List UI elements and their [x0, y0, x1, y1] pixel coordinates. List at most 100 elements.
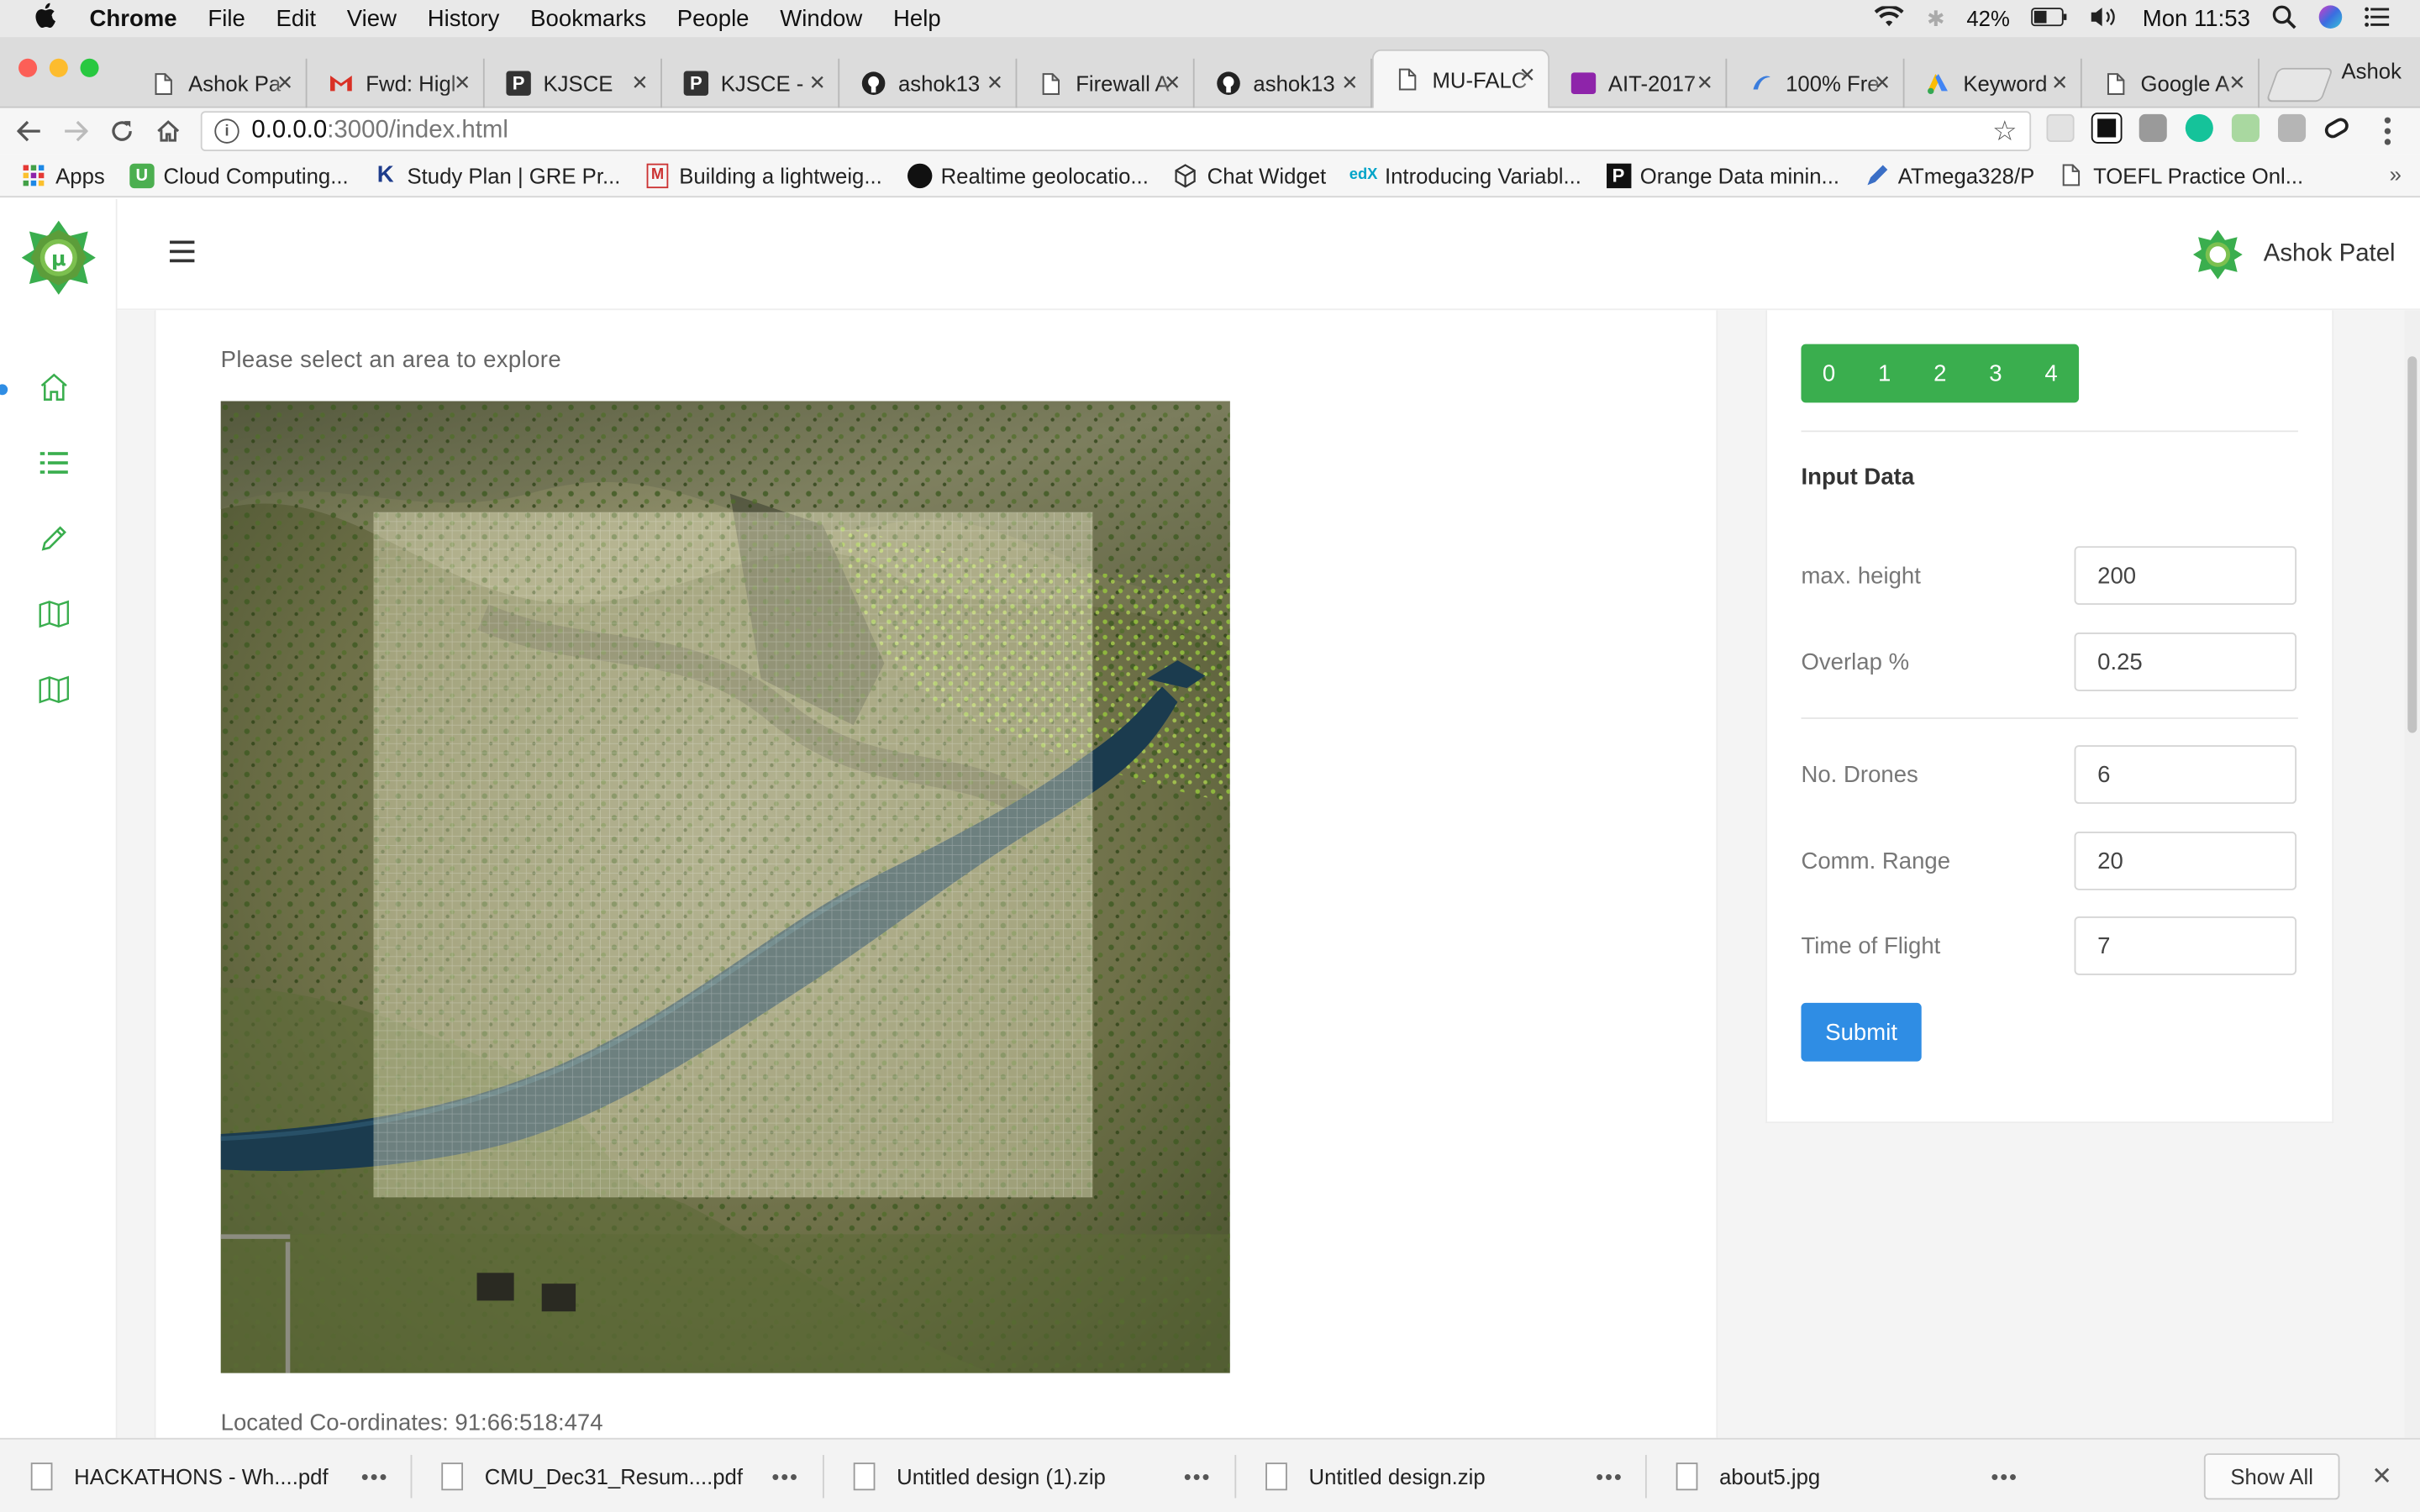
audio-extension-icon[interactable] — [2231, 113, 2260, 142]
menu-view[interactable]: View — [347, 5, 397, 31]
download-item[interactable]: Untitled design (1).zip ••• — [853, 1440, 1210, 1512]
close-tab-icon[interactable]: ✕ — [2228, 71, 2245, 95]
camera-icon[interactable] — [2139, 113, 2167, 142]
grammarly-icon[interactable] — [2185, 113, 2213, 142]
close-tab-icon[interactable]: ✕ — [631, 71, 648, 95]
page-scrollbar[interactable] — [2404, 310, 2420, 1438]
tab[interactable]: ashok13 ✕ — [839, 58, 1018, 108]
new-tab-button[interactable] — [2265, 67, 2334, 102]
spotlight-search-icon[interactable] — [2272, 4, 2296, 34]
home-nav-icon[interactable] — [37, 370, 71, 404]
scrollbar-thumb[interactable] — [2407, 356, 2417, 733]
close-tab-icon[interactable]: ✕ — [986, 71, 1003, 95]
list-nav-icon[interactable] — [37, 446, 71, 480]
apple-icon[interactable] — [34, 2, 65, 35]
bookmark-item[interactable]: K Study Plan | GRE Pr... — [373, 162, 621, 187]
tab[interactable]: 100% Fre ✕ — [1727, 58, 1905, 108]
bookmark-item[interactable]: P Orange Data minin... — [1606, 162, 1839, 188]
minimize-window-icon[interactable] — [49, 58, 68, 77]
volume-icon[interactable] — [2090, 5, 2121, 31]
time-of-flight-input[interactable]: 7 — [2074, 916, 2297, 975]
tab[interactable]: Keyword ✕ — [1905, 58, 2082, 108]
bluetooth-icon[interactable]: ✱ — [1927, 5, 1945, 31]
battery-icon[interactable] — [2031, 6, 2069, 30]
bookmark-item[interactable]: TOEFL Practice Onl... — [2060, 163, 2303, 187]
close-tab-icon[interactable]: ✕ — [809, 71, 826, 95]
tab[interactable]: Firewall A ✕ — [1017, 58, 1195, 108]
siri-icon[interactable] — [2318, 4, 2343, 34]
browser-menu-icon[interactable] — [2370, 114, 2404, 148]
tab[interactable]: ashok13 ✕ — [1195, 58, 1372, 108]
close-tab-icon[interactable]: ✕ — [1519, 63, 1536, 87]
download-options-icon[interactable]: ••• — [771, 1464, 799, 1488]
menu-help[interactable]: Help — [893, 5, 941, 31]
home-icon[interactable] — [145, 108, 192, 155]
max-height-input[interactable]: 200 — [2074, 546, 2297, 605]
bookmark-item[interactable]: U Cloud Computing... — [129, 162, 349, 188]
pager-item[interactable]: 2 — [1912, 344, 1968, 403]
bookmark-item[interactable]: edX Introducing Variabl... — [1349, 163, 1581, 187]
zoom-window-icon[interactable] — [80, 58, 99, 77]
submit-button[interactable]: Submit — [1801, 1002, 1922, 1062]
map-alt-nav-icon[interactable] — [37, 673, 71, 706]
close-tab-icon[interactable]: ✕ — [1697, 71, 1713, 95]
clock[interactable]: Mon 11:53 — [2143, 5, 2250, 31]
notification-center-icon[interactable] — [2365, 5, 2390, 31]
extension-gray-icon[interactable] — [2278, 113, 2307, 142]
download-item[interactable]: HACKATHONS - Wh....pdf ••• — [30, 1440, 387, 1512]
menu-app-name[interactable]: Chrome — [90, 5, 177, 31]
menu-bookmarks[interactable]: Bookmarks — [530, 5, 646, 31]
back-arrow-icon[interactable] — [6, 108, 52, 155]
hamburger-menu-icon[interactable] — [170, 240, 195, 263]
bookmark-item[interactable]: Chat Widget — [1173, 163, 1326, 187]
forward-arrow-icon[interactable] — [52, 108, 98, 155]
download-options-icon[interactable]: ••• — [1596, 1464, 1623, 1488]
bookmark-item[interactable]: Apps — [22, 163, 105, 187]
reload-icon[interactable] — [99, 108, 145, 155]
map-nav-icon[interactable] — [37, 597, 71, 631]
extension-icon[interactable] — [2046, 113, 2075, 142]
tab[interactable]: P KJSCE - ✕ — [662, 58, 840, 108]
close-tab-icon[interactable]: ✕ — [1341, 71, 1358, 95]
bookmark-item[interactable]: ATmega328/P — [1864, 163, 2034, 187]
download-options-icon[interactable]: ••• — [1991, 1464, 2018, 1488]
bookmark-item[interactable]: Realtime geolocatio... — [907, 162, 1149, 188]
tab[interactable]: Ashok Pa ✕ — [129, 58, 308, 108]
menu-window[interactable]: Window — [780, 5, 862, 31]
close-tab-icon[interactable]: ✕ — [1874, 71, 1891, 95]
tab[interactable]: AIT-2017 ✕ — [1549, 58, 1728, 108]
close-tab-icon[interactable]: ✕ — [454, 71, 471, 95]
close-tab-icon[interactable]: ✕ — [2051, 71, 2068, 95]
comm-range-input[interactable]: 20 — [2074, 831, 2297, 890]
app-logo[interactable]: μ — [21, 220, 96, 295]
menu-file[interactable]: File — [208, 5, 245, 31]
address-bar[interactable]: i 0.0.0.0:3000/index.html ☆ — [200, 111, 2032, 151]
no-drones-input[interactable]: 6 — [2074, 745, 2297, 804]
user-menu[interactable]: Ashok Patel — [2192, 229, 2396, 280]
close-downloads-icon[interactable]: ✕ — [2371, 1461, 2392, 1492]
download-item[interactable]: CMU_Dec31_Resum....pdf ••• — [441, 1440, 799, 1512]
extension-pocket-icon[interactable] — [2091, 113, 2123, 144]
close-tab-icon[interactable]: ✕ — [1164, 71, 1181, 95]
pager-item[interactable]: 1 — [1857, 344, 1912, 403]
tab-active[interactable]: MU-FALC ✕ — [1371, 49, 1550, 108]
bookmarks-overflow-icon[interactable]: » — [2390, 162, 2402, 186]
pager-item[interactable]: 4 — [2023, 344, 2079, 403]
profile-name[interactable]: Ashok — [2341, 59, 2401, 83]
tab[interactable]: Fwd: Higl ✕ — [308, 58, 485, 108]
link-icon[interactable] — [2322, 115, 2352, 141]
bookmark-star-icon[interactable]: ☆ — [1992, 116, 2018, 149]
pager-item[interactable]: 3 — [1968, 344, 2023, 403]
site-info-icon[interactable]: i — [214, 118, 239, 144]
close-tab-icon[interactable]: ✕ — [276, 71, 293, 95]
tab[interactable]: Google A ✕ — [2082, 58, 2260, 108]
download-item[interactable]: about5.jpg ••• — [1676, 1440, 2018, 1512]
bookmark-item[interactable]: M Building a lightweig... — [645, 162, 882, 188]
menu-people[interactable]: People — [677, 5, 750, 31]
pencil-nav-icon[interactable] — [37, 522, 71, 555]
terrain-map[interactable] — [220, 401, 1230, 1373]
wifi-icon[interactable] — [1875, 3, 1906, 31]
overlap-input[interactable]: 0.25 — [2074, 633, 2297, 691]
close-window-icon[interactable] — [18, 58, 38, 77]
show-all-downloads-button[interactable]: Show All — [2203, 1453, 2340, 1500]
